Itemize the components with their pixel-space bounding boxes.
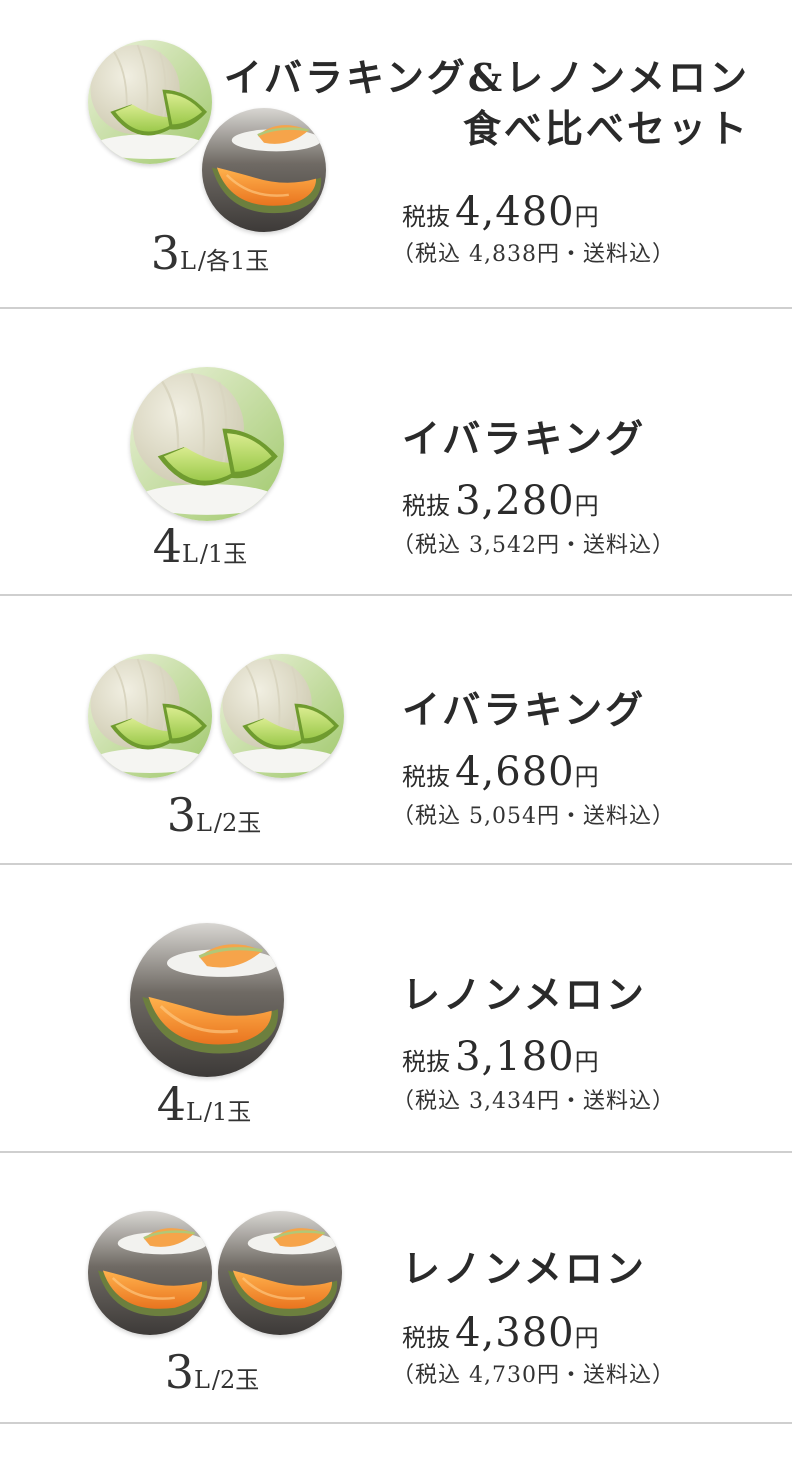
green-melon-photo <box>88 40 212 164</box>
orange-melon-photo <box>88 1211 212 1335</box>
price-incl-tax: （税込 4,838円・送料込） <box>392 242 675 267</box>
orange-melon-photo <box>130 923 284 1077</box>
product-row-2[interactable]: 4L/1玉 イバラキング 税抜 3,280円 （税込 3,542円・送料込） <box>0 309 800 595</box>
product-title: レノンメロン <box>402 972 647 1017</box>
price-incl-tax: （税込 3,542円・送料込） <box>392 533 675 558</box>
size-label: 3L/各1玉 <box>150 226 270 280</box>
product-title: レノンメロン <box>402 1246 647 1291</box>
price-excl-tax: 税抜 3,280円 <box>402 478 599 524</box>
price-incl-tax: （税込 4,730円・送料込） <box>392 1363 675 1388</box>
divider <box>0 1422 792 1424</box>
price-incl-tax: （税込 5,054円・送料込） <box>392 804 675 829</box>
product-row-3[interactable]: 3L/2玉 イバラキング 税抜 4,680円 （税込 5,054円・送料込） <box>0 596 800 864</box>
product-row-1[interactable]: 3L/各1玉 イバラキング&レノンメロン 食べ比べセット 税抜 4,480円 （… <box>0 0 800 308</box>
green-melon-photo <box>88 654 212 778</box>
green-melon-photo <box>220 654 344 778</box>
price-excl-tax: 税抜 4,680円 <box>402 749 599 795</box>
size-label: 4L/1玉 <box>156 1077 252 1131</box>
size-label: 3L/2玉 <box>164 1345 260 1399</box>
product-title: イバラキング <box>402 416 647 461</box>
product-row-5[interactable]: 3L/2玉 レノンメロン 税抜 4,380円 （税込 4,730円・送料込） <box>0 1153 800 1423</box>
size-label: 3L/2玉 <box>166 788 262 842</box>
size-label: 4L/1玉 <box>152 519 248 573</box>
price-excl-tax: 税抜 4,480円 <box>402 189 599 235</box>
orange-melon-photo <box>218 1211 342 1335</box>
price-excl-tax: 税抜 4,380円 <box>402 1310 599 1356</box>
price-incl-tax: （税込 3,434円・送料込） <box>392 1089 675 1114</box>
product-title: イバラキング&レノンメロン 食べ比べセット <box>223 55 750 152</box>
product-row-4[interactable]: 4L/1玉 レノンメロン 税抜 3,180円 （税込 3,434円・送料込） <box>0 865 800 1151</box>
price-excl-tax: 税抜 3,180円 <box>402 1034 599 1080</box>
green-melon-photo <box>130 367 284 521</box>
product-title: イバラキング <box>402 687 647 732</box>
